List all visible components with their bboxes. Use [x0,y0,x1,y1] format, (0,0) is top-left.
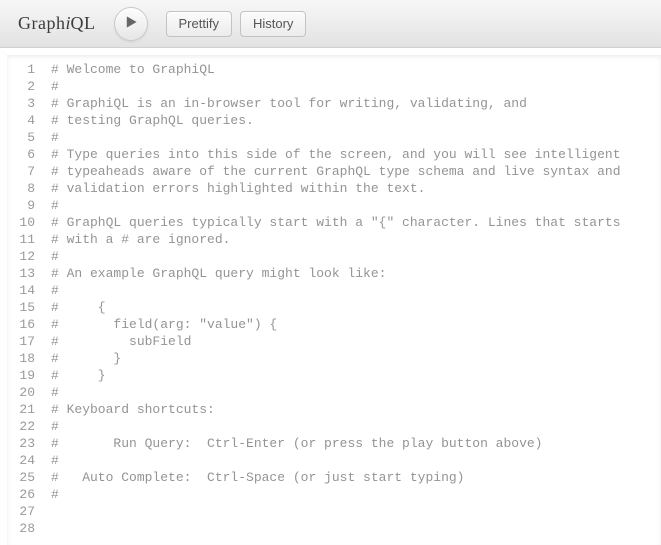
line-number: 22 [7,418,35,435]
code-line: # An example GraphQL query might look li… [51,265,653,282]
line-number: 2 [7,78,35,95]
code-line: # Auto Complete: Ctrl-Space (or just sta… [51,469,653,486]
line-number: 6 [7,146,35,163]
code-line: # Keyboard shortcuts: [51,401,653,418]
line-number: 24 [7,452,35,469]
code-line: # with a # are ignored. [51,231,653,248]
execute-button[interactable] [114,7,148,41]
line-number: 21 [7,401,35,418]
code-line: # [51,129,653,146]
code-line [51,520,653,537]
code-line: # { [51,299,653,316]
line-number: 17 [7,333,35,350]
code-line: # } [51,350,653,367]
code-line: # Run Query: Ctrl-Enter (or press the pl… [51,435,653,452]
app-title: GraphiQL [18,13,96,34]
line-number: 16 [7,316,35,333]
code-line: # [51,248,653,265]
line-number: 18 [7,350,35,367]
line-number: 15 [7,299,35,316]
history-button[interactable]: History [240,11,306,37]
code-area[interactable]: # Welcome to GraphiQL## GraphiQL is an i… [41,55,661,545]
query-editor: 1234567891011121314151617181920212223242… [0,48,661,545]
code-line: # [51,418,653,435]
code-line: # [51,282,653,299]
code-line: # field(arg: "value") { [51,316,653,333]
line-number: 14 [7,282,35,299]
line-number: 12 [7,248,35,265]
code-line: # validation errors highlighted within t… [51,180,653,197]
line-number: 4 [7,112,35,129]
line-number: 1 [7,61,35,78]
code-line: # GraphQL queries typically start with a… [51,214,653,231]
app-title-suffix: QL [71,13,96,33]
code-line: # GraphiQL is an in-browser tool for wri… [51,95,653,112]
code-line: # } [51,367,653,384]
code-line: # Type queries into this side of the scr… [51,146,653,163]
line-number: 25 [7,469,35,486]
code-line: # testing GraphQL queries. [51,112,653,129]
line-number-gutter: 1234567891011121314151617181920212223242… [7,55,41,545]
line-number: 7 [7,163,35,180]
prettify-button[interactable]: Prettify [166,11,232,37]
line-number: 19 [7,367,35,384]
code-line: # [51,486,653,503]
line-number: 27 [7,503,35,520]
line-number: 20 [7,384,35,401]
line-number: 3 [7,95,35,112]
toolbar: GraphiQL Prettify History [0,0,661,48]
code-line [51,503,653,520]
line-number: 28 [7,520,35,537]
line-number: 9 [7,197,35,214]
line-number: 11 [7,231,35,248]
line-number: 23 [7,435,35,452]
code-line: # Welcome to GraphiQL [51,61,653,78]
code-line: # [51,384,653,401]
code-line: # subField [51,333,653,350]
code-line: # [51,78,653,95]
play-icon [124,15,138,32]
line-number: 10 [7,214,35,231]
line-number: 13 [7,265,35,282]
code-line: # [51,197,653,214]
code-line: # [51,452,653,469]
app-title-prefix: Graph [18,13,65,33]
line-number: 5 [7,129,35,146]
line-number: 8 [7,180,35,197]
code-line: # typeaheads aware of the current GraphQ… [51,163,653,180]
line-number: 26 [7,486,35,503]
